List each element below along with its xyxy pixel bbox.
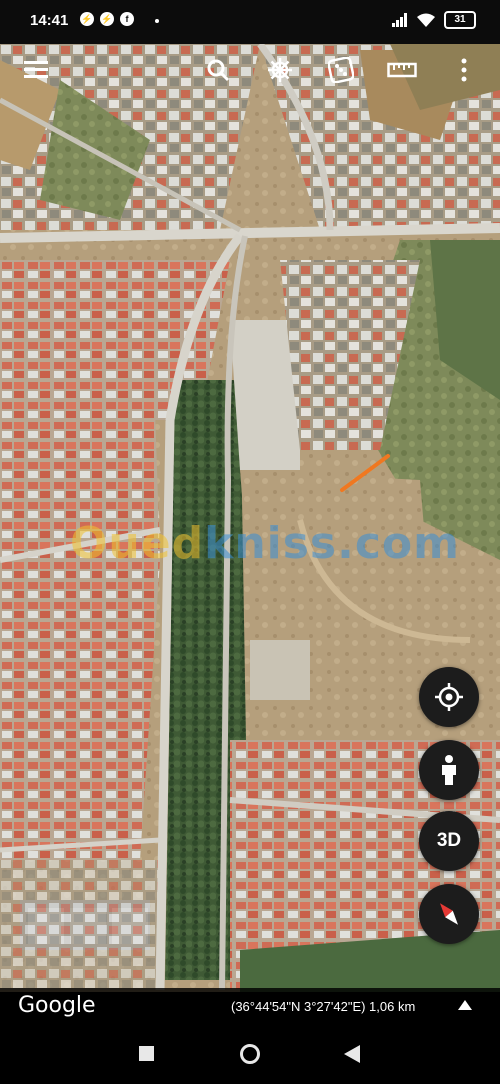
watermark-part3: .com bbox=[337, 518, 460, 569]
pegman-icon bbox=[442, 755, 456, 785]
search-button[interactable] bbox=[202, 56, 234, 84]
home-circle-icon[interactable] bbox=[239, 1043, 261, 1065]
my-location-button[interactable] bbox=[419, 667, 479, 727]
search-icon bbox=[207, 59, 230, 82]
screen: 14:41 ⚡ ⚡ f 31 Ouedkniss.com 3D Google (… bbox=[0, 0, 500, 1084]
recents-square-icon[interactable] bbox=[139, 1046, 154, 1061]
more-options-button[interactable] bbox=[448, 56, 480, 84]
watermark-part1: Oued bbox=[70, 518, 205, 569]
status-right: 31 bbox=[392, 11, 476, 29]
more-vert-icon bbox=[461, 58, 467, 82]
facebook-icon: f bbox=[120, 12, 134, 26]
menu-button[interactable] bbox=[20, 56, 52, 84]
watermark-part2: kniss bbox=[204, 518, 338, 569]
dice-icon bbox=[328, 57, 354, 83]
watermark: Ouedkniss.com bbox=[70, 518, 460, 569]
signal-icon bbox=[392, 13, 407, 27]
measure-button[interactable] bbox=[386, 56, 418, 84]
messenger-icon: ⚡ bbox=[100, 12, 114, 26]
info-bar: Google (36°44'54"N 3°27'42"E) 1,06 km bbox=[0, 988, 500, 1024]
ship-wheel-icon bbox=[268, 58, 292, 82]
crosshair-icon bbox=[435, 683, 463, 711]
wifi-icon bbox=[417, 13, 435, 27]
expand-caret-icon[interactable] bbox=[458, 1000, 472, 1010]
back-triangle-icon[interactable] bbox=[344, 1045, 360, 1063]
system-nav-bar bbox=[0, 1024, 500, 1084]
street-view-button[interactable] bbox=[419, 740, 479, 800]
status-time: 14:41 bbox=[30, 12, 69, 29]
notification-icons: ⚡ ⚡ f bbox=[80, 12, 134, 26]
menu-icon bbox=[24, 61, 48, 78]
battery-icon: 31 bbox=[444, 11, 476, 29]
voyager-button[interactable] bbox=[264, 56, 296, 84]
google-logo: Google bbox=[18, 993, 96, 1018]
status-bar: 14:41 ⚡ ⚡ f 31 bbox=[0, 0, 500, 44]
coordinates-scale: (36°44'54"N 3°27'42"E) 1,06 km bbox=[231, 999, 416, 1014]
messenger-icon: ⚡ bbox=[80, 12, 94, 26]
feeling-lucky-button[interactable] bbox=[325, 56, 357, 84]
3d-view-button[interactable]: 3D bbox=[419, 811, 479, 871]
ruler-icon bbox=[387, 62, 417, 78]
compass-button[interactable] bbox=[419, 884, 479, 944]
more-notifications-dot bbox=[155, 19, 159, 23]
compass-icon bbox=[440, 903, 458, 925]
